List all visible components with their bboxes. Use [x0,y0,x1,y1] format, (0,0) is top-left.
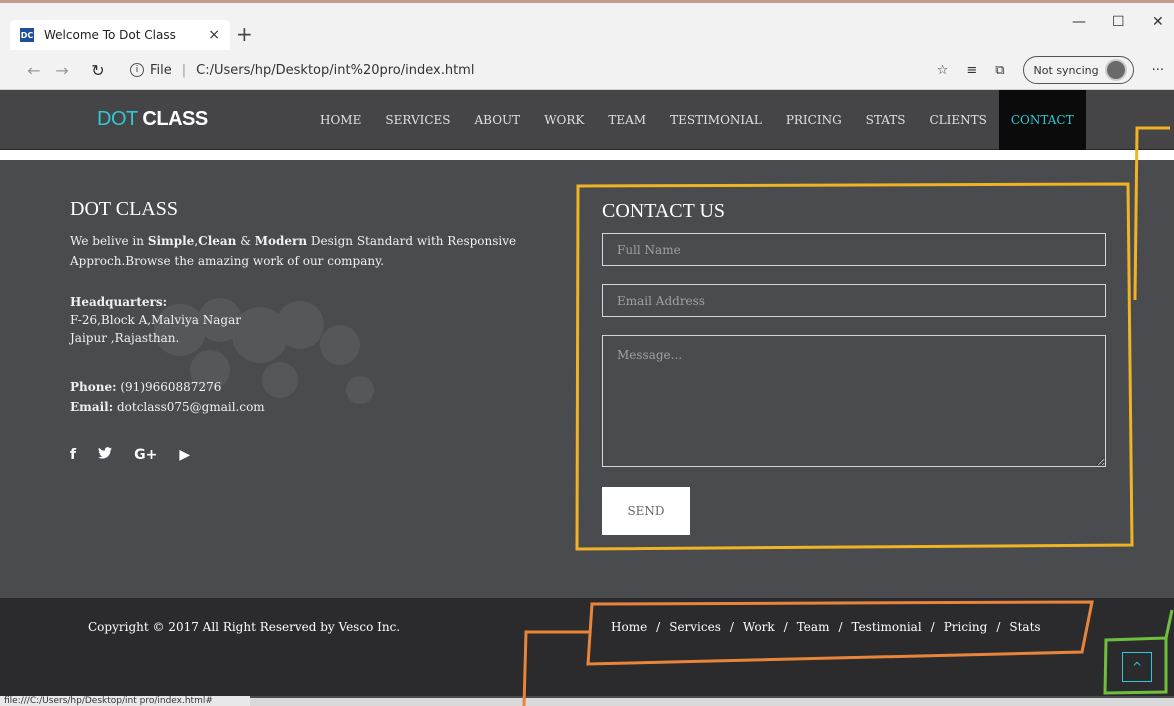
sync-label: Not syncing [1033,63,1099,77]
about-column: DOT CLASS We belive in Simple,Clean & Mo… [70,198,580,463]
info-icon[interactable]: i [130,63,144,77]
twitter-icon[interactable] [98,447,113,463]
footer-link-pricing[interactable]: Pricing [944,620,988,634]
facebook-icon[interactable]: f [70,447,76,463]
top-accent-bar [0,0,1174,3]
phone-label: Phone: [70,380,117,394]
more-icon[interactable]: ··· [1152,63,1164,78]
full-name-input[interactable] [602,233,1106,266]
favicon-icon: DC [20,28,34,42]
chevron-up-icon: ^ [1131,660,1143,674]
brand-part1: DOT [97,108,138,130]
new-tab-icon[interactable]: + [236,22,253,46]
window-close-icon[interactable]: ✕ [1152,14,1164,30]
footer-links: Home / Services / Work / Team / Testimonial /… [611,620,1041,634]
close-tab-icon[interactable]: × [208,27,220,43]
site-navbar: DOT CLASS HOME SERVICES ABOUT WORK TEAM … [0,90,1174,191]
file-label: File [150,62,172,78]
youtube-icon[interactable]: ▶ [179,447,190,463]
url-text[interactable]: C:/Users/hp/Desktop/int%20pro/index.html [196,63,474,78]
avatar [1104,59,1127,81]
google-plus-icon[interactable]: G+ [134,447,157,463]
about-bold-modern: Modern [254,234,308,248]
about-separator: & [236,234,255,248]
link-separator: / [838,620,843,634]
send-button[interactable]: SEND [602,487,690,535]
about-title: DOT CLASS [70,198,178,220]
back-icon[interactable]: ← [20,61,48,80]
copyright-text: Copyright © 2017 All Right Reserved by V… [88,620,401,634]
nav-item-home[interactable]: HOME [308,90,373,150]
footer-link-stats[interactable]: Stats [1009,620,1040,634]
footer-link-services[interactable]: Services [669,620,721,634]
refresh-icon[interactable]: ↻ [84,61,112,80]
phone-value: (91)9660887276 [116,380,222,394]
toolbar-right: ☆ ≡ ⧉ Not syncing ··· [937,56,1164,84]
email-input[interactable] [602,284,1106,317]
browser-tab[interactable]: DC Welcome To Dot Class × [10,20,230,50]
footer-link-testimonial[interactable]: Testimonial [852,620,922,634]
scroll-to-top-button[interactable]: ^ [1122,652,1152,682]
nav-item-testimonial[interactable]: TESTIMONIAL [658,90,774,150]
contact-info: Phone: (91)9660887276 Email: dotclass075… [70,377,580,417]
address-separator: | [181,62,187,78]
maximize-icon[interactable]: ☐ [1112,14,1125,30]
footer-link-home[interactable]: Home [611,620,647,634]
contact-form: CONTACT US SEND [602,200,1106,535]
nav-item-services[interactable]: SERVICES [373,90,462,150]
about-bold-simple: Simple [147,234,195,248]
email-label: Email: [70,400,114,414]
nav-item-work[interactable]: WORK [532,90,596,150]
nav-item-stats[interactable]: STATS [854,90,918,150]
collections-icon[interactable]: ⧉ [995,63,1004,78]
favorites-list-icon[interactable]: ≡ [966,63,977,78]
contact-section: DOT CLASS We belive in Simple,Clean & Mo… [0,160,1174,598]
link-separator: / [656,620,661,634]
status-bar-url: file:///C:/Users/hp/Desktop/int pro/inde… [0,696,250,706]
contact-title: CONTACT US [602,200,726,222]
nav-menu: HOME SERVICES ABOUT WORK TEAM TESTIMONIA… [308,90,1086,150]
section-divider [0,150,1174,160]
about-text-part: We belive in [70,234,148,248]
nav-item-about[interactable]: ABOUT [463,90,533,150]
headquarters-line2: Jaipur ,Rajasthan. [70,331,180,345]
link-separator: / [783,620,788,634]
headquarters-block: Headquarters: F-26,Block A,Malviya Nagar… [70,293,580,347]
forward-icon[interactable]: → [48,61,76,80]
brand-logo[interactable]: DOT CLASS [97,108,208,131]
message-textarea[interactable] [602,335,1106,467]
headquarters-label: Headquarters: [70,295,168,309]
social-links: f G+ ▶ [70,447,580,463]
nav-item-team[interactable]: TEAM [596,90,658,150]
link-separator: / [930,620,935,634]
browser-chrome: DC Welcome To Dot Class × + — ☐ ✕ ← → ↻ … [0,0,1174,90]
footer-link-team[interactable]: Team [797,620,830,634]
address-row: ← → ↻ i File | C:/Users/hp/Desktop/int%2… [0,52,1174,88]
nav-item-pricing[interactable]: PRICING [774,90,854,150]
about-bold-clean: Clean [198,234,237,248]
site-footer: Copyright © 2017 All Right Reserved by V… [0,598,1174,696]
minimize-icon[interactable]: — [1072,14,1086,30]
nav-item-contact[interactable]: CONTACT [998,90,1086,150]
sync-button[interactable]: Not syncing [1022,56,1134,84]
about-text: We belive in Simple,Clean & Modern Desig… [70,231,580,271]
favorite-star-icon[interactable]: ☆ [937,63,949,78]
link-separator: / [996,620,1001,634]
tab-title: Welcome To Dot Class [44,28,176,42]
address-bar[interactable]: i File | C:/Users/hp/Desktop/int%20pro/i… [130,63,474,78]
horizontal-scrollbar[interactable] [250,698,1174,706]
nav-item-clients[interactable]: CLIENTS [917,90,998,150]
footer-link-work[interactable]: Work [743,620,775,634]
headquarters-line1: F-26,Block A,Malviya Nagar [70,313,241,327]
link-separator: / [729,620,734,634]
email-value: dotclass075@gmail.com [113,400,265,414]
brand-part2: CLASS [142,108,208,130]
